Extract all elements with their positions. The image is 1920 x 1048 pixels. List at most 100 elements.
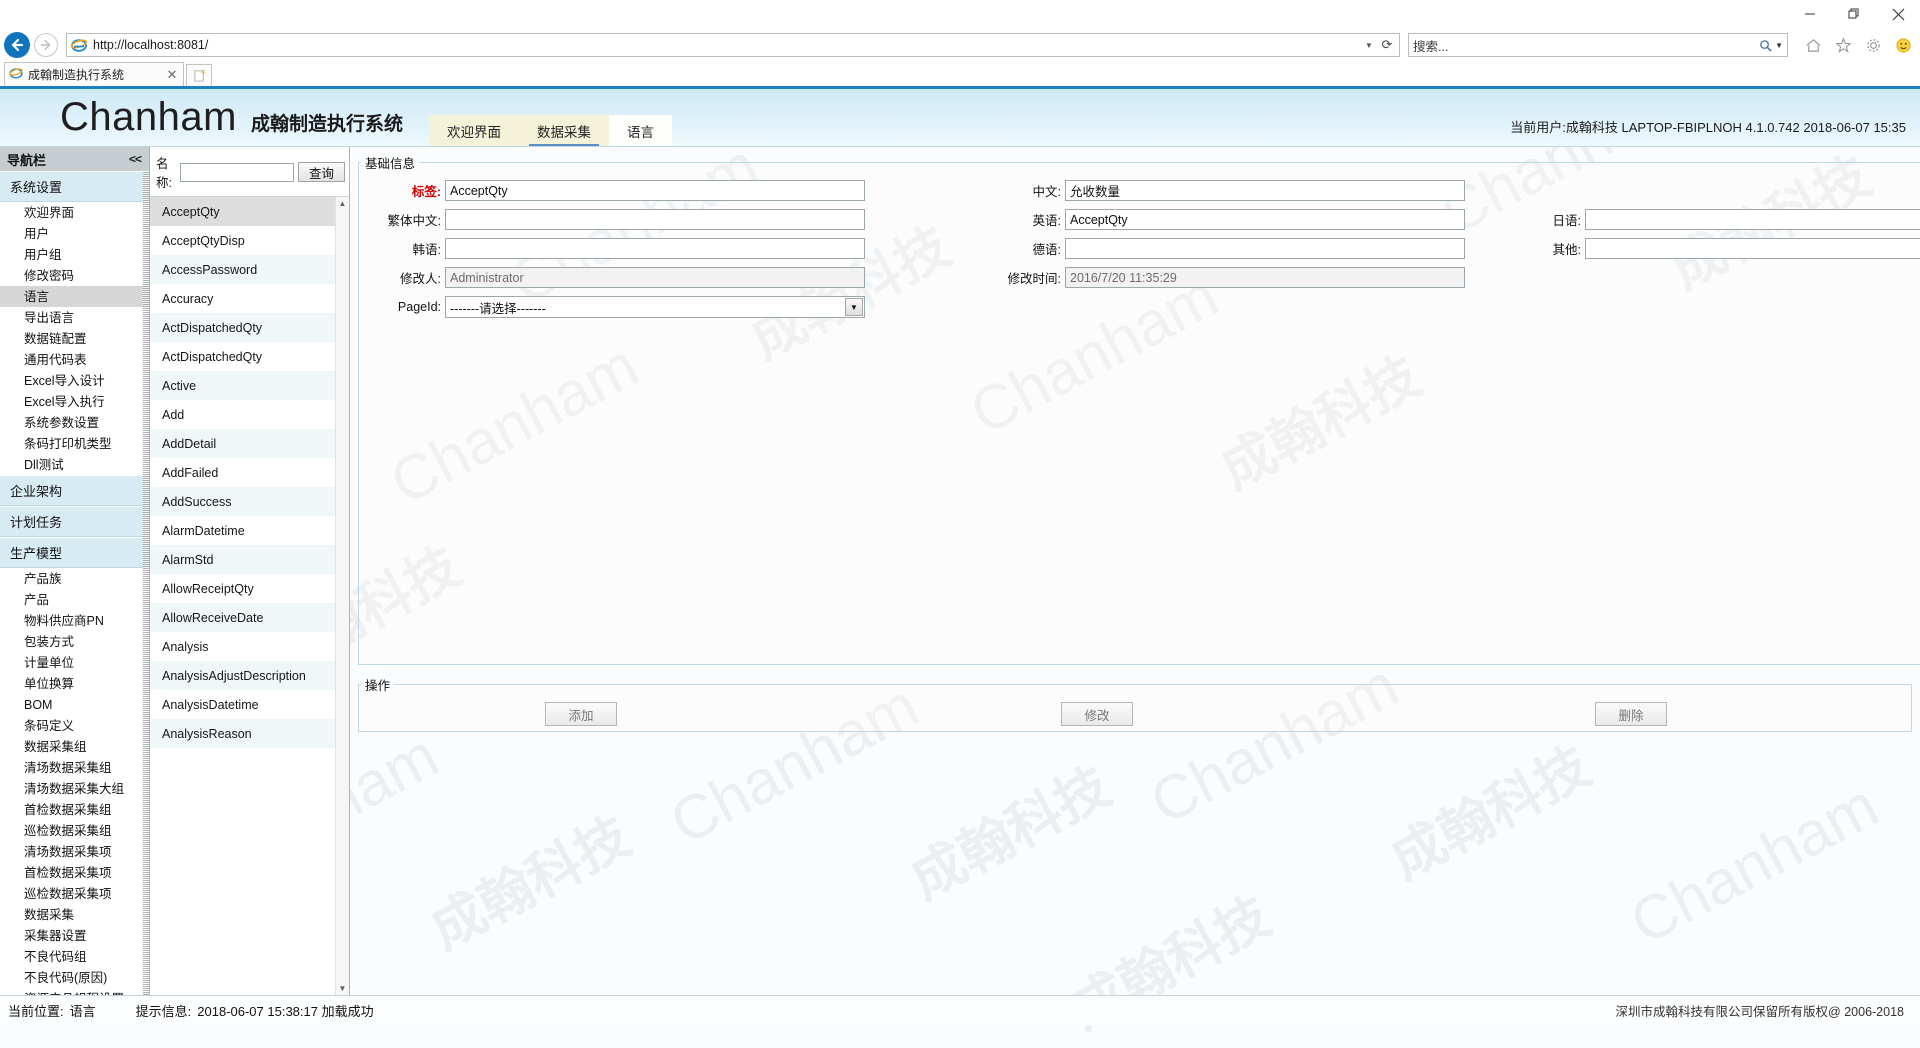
- sidebar-item-barcode-printer-type[interactable]: 条码打印机类型: [0, 433, 149, 454]
- sidebar-item-clearance-big-group[interactable]: 清场数据采集大组: [0, 778, 149, 799]
- browser-tab[interactable]: 成翰制造执行系统 ✕: [4, 62, 184, 86]
- sidebar-item-first-inspect-group[interactable]: 首检数据采集组: [0, 799, 149, 820]
- browser-search-box[interactable]: 搜索... ▼: [1408, 33, 1788, 57]
- list-item[interactable]: AnalysisDatetime: [150, 690, 335, 719]
- sidebar-item-first-inspect-item[interactable]: 首检数据采集项: [0, 862, 149, 883]
- tab-language[interactable]: 语言: [608, 115, 672, 146]
- chevron-up-icon[interactable]: ▲: [336, 197, 349, 210]
- new-tab-button[interactable]: ✳: [186, 64, 212, 86]
- sidebar-item-patrol-group[interactable]: 巡检数据采集组: [0, 820, 149, 841]
- list-item[interactable]: AcceptQtyDisp: [150, 226, 335, 255]
- sidebar-group-system-settings[interactable]: 系统设置: [0, 171, 149, 202]
- close-icon[interactable]: [1876, 0, 1920, 28]
- sidebar-item-data-collection[interactable]: 数据采集: [0, 904, 149, 925]
- list-item[interactable]: AlarmDatetime: [150, 516, 335, 545]
- label-field-input[interactable]: [445, 180, 865, 201]
- sidebar-group-plan-task[interactable]: 计划任务: [0, 506, 149, 537]
- sidebar-item-excel-import-design[interactable]: Excel导入设计: [0, 370, 149, 391]
- german-field-input[interactable]: [1065, 238, 1465, 259]
- restore-icon[interactable]: [1832, 0, 1876, 28]
- sidebar-item-defect-code-group[interactable]: 不良代码组: [0, 946, 149, 967]
- sidebar-item-uom[interactable]: 计量单位: [0, 652, 149, 673]
- sidebar-item-system-params[interactable]: 系统参数设置: [0, 412, 149, 433]
- sidebar-item-bom[interactable]: BOM: [0, 694, 149, 715]
- list-item[interactable]: Add: [150, 400, 335, 429]
- sidebar-item-change-password[interactable]: 修改密码: [0, 265, 149, 286]
- sidebar-item-defect-code-reason[interactable]: 不良代码(原因): [0, 967, 149, 988]
- sidebar-item-product-family[interactable]: 产品族: [0, 568, 149, 589]
- sidebar-item-welcome[interactable]: 欢迎界面: [0, 202, 149, 223]
- forward-arrow-icon[interactable]: [34, 33, 58, 57]
- back-arrow-icon[interactable]: [4, 32, 30, 58]
- list-item[interactable]: AddDetail: [150, 429, 335, 458]
- tab-welcome[interactable]: 欢迎界面: [428, 115, 519, 146]
- list-item[interactable]: Active: [150, 371, 335, 400]
- sidebar-item-collection-group[interactable]: 数据采集组: [0, 736, 149, 757]
- list-item[interactable]: Analysis: [150, 632, 335, 661]
- list-scrollbar[interactable]: ▲ ▼: [335, 197, 349, 995]
- delete-button[interactable]: 删除: [1595, 702, 1667, 726]
- sidebar: 导航栏 << 系统设置 欢迎界面 用户 用户组 修改密码 语言 导出语言 数据链…: [0, 147, 150, 995]
- japanese-field-input[interactable]: [1585, 209, 1920, 230]
- query-button[interactable]: 查询: [297, 162, 345, 182]
- list-item[interactable]: AllowReceiptQty: [150, 574, 335, 603]
- sidebar-item-uom-conversion[interactable]: 单位换算: [0, 673, 149, 694]
- browser-navbar: http://localhost:8081/ ▼ ⟳ 搜索... ▼: [0, 30, 1920, 60]
- sidebar-item-datalink-config[interactable]: 数据链配置: [0, 328, 149, 349]
- sidebar-item-patrol-item[interactable]: 巡检数据采集项: [0, 883, 149, 904]
- list-item[interactable]: AnalysisReason: [150, 719, 335, 748]
- list-item[interactable]: ActDispatchedQty: [150, 342, 335, 371]
- list-item[interactable]: AlarmStd: [150, 545, 335, 574]
- chinese-field-input[interactable]: [1065, 180, 1465, 201]
- chevron-down-icon[interactable]: ▼: [336, 982, 349, 995]
- sidebar-item-clearance-item[interactable]: 清场数据采集项: [0, 841, 149, 862]
- sidebar-group-production-model[interactable]: 生产模型: [0, 537, 149, 568]
- sidebar-item-common-code-table[interactable]: 通用代码表: [0, 349, 149, 370]
- sidebar-item-dll-test[interactable]: Dll测试: [0, 454, 149, 475]
- sidebar-item-barcode-definition[interactable]: 条码定义: [0, 715, 149, 736]
- sidebar-item-user-group[interactable]: 用户组: [0, 244, 149, 265]
- chevron-down-icon[interactable]: ▼: [1361, 41, 1377, 50]
- sidebar-item-packaging[interactable]: 包装方式: [0, 631, 149, 652]
- list-item[interactable]: AddSuccess: [150, 487, 335, 516]
- sidebar-item-product[interactable]: 产品: [0, 589, 149, 610]
- gear-icon[interactable]: [1862, 34, 1884, 56]
- sidebar-group-enterprise[interactable]: 企业架构: [0, 475, 149, 506]
- list-item[interactable]: Accuracy: [150, 284, 335, 313]
- collapse-icon[interactable]: <<: [129, 152, 142, 166]
- list-item[interactable]: ActDispatchedQty: [150, 313, 335, 342]
- address-bar[interactable]: http://localhost:8081/ ▼ ⟳: [66, 33, 1400, 57]
- list-item[interactable]: AnalysisAdjustDescription: [150, 661, 335, 690]
- list-item[interactable]: AcceptQty: [150, 197, 335, 226]
- list-item[interactable]: AccessPassword: [150, 255, 335, 284]
- sidebar-item-language[interactable]: 语言: [0, 286, 149, 307]
- sidebar-item-resource-product-process[interactable]: 资源产品规程设置: [0, 988, 149, 996]
- sidebar-item-supplier-pn[interactable]: 物料供应商PN: [0, 610, 149, 631]
- trad-chinese-field-input[interactable]: [445, 209, 865, 230]
- list-item[interactable]: AllowReceiveDate: [150, 603, 335, 632]
- other-field-input[interactable]: [1585, 238, 1920, 259]
- pageid-select[interactable]: -------请选择------- ▼: [445, 296, 865, 318]
- sidebar-item-user[interactable]: 用户: [0, 223, 149, 244]
- english-field-input[interactable]: [1065, 209, 1465, 230]
- refresh-icon[interactable]: ⟳: [1377, 37, 1397, 53]
- sidebar-item-clearance-group[interactable]: 清场数据采集组: [0, 757, 149, 778]
- close-icon[interactable]: ✕: [165, 67, 179, 83]
- minimize-icon[interactable]: [1788, 0, 1832, 28]
- search-icon[interactable]: ▼: [1759, 39, 1783, 52]
- home-icon[interactable]: [1802, 34, 1824, 56]
- add-button[interactable]: 添加: [545, 702, 617, 726]
- korean-field-input[interactable]: [445, 238, 865, 259]
- sidebar-scrollbar[interactable]: [143, 171, 149, 995]
- sidebar-item-collector-settings[interactable]: 采集器设置: [0, 925, 149, 946]
- sidebar-item-export-language[interactable]: 导出语言: [0, 307, 149, 328]
- tab-data-collection[interactable]: 数据采集: [518, 115, 609, 146]
- smiley-icon[interactable]: [1892, 34, 1914, 56]
- chevron-down-icon[interactable]: ▼: [845, 298, 863, 316]
- app-tabs: 欢迎界面 数据采集 语言: [428, 115, 672, 146]
- star-icon[interactable]: [1832, 34, 1854, 56]
- search-input[interactable]: [179, 162, 294, 182]
- edit-button[interactable]: 修改: [1061, 702, 1133, 726]
- sidebar-item-excel-import-exec[interactable]: Excel导入执行: [0, 391, 149, 412]
- list-item[interactable]: AddFailed: [150, 458, 335, 487]
